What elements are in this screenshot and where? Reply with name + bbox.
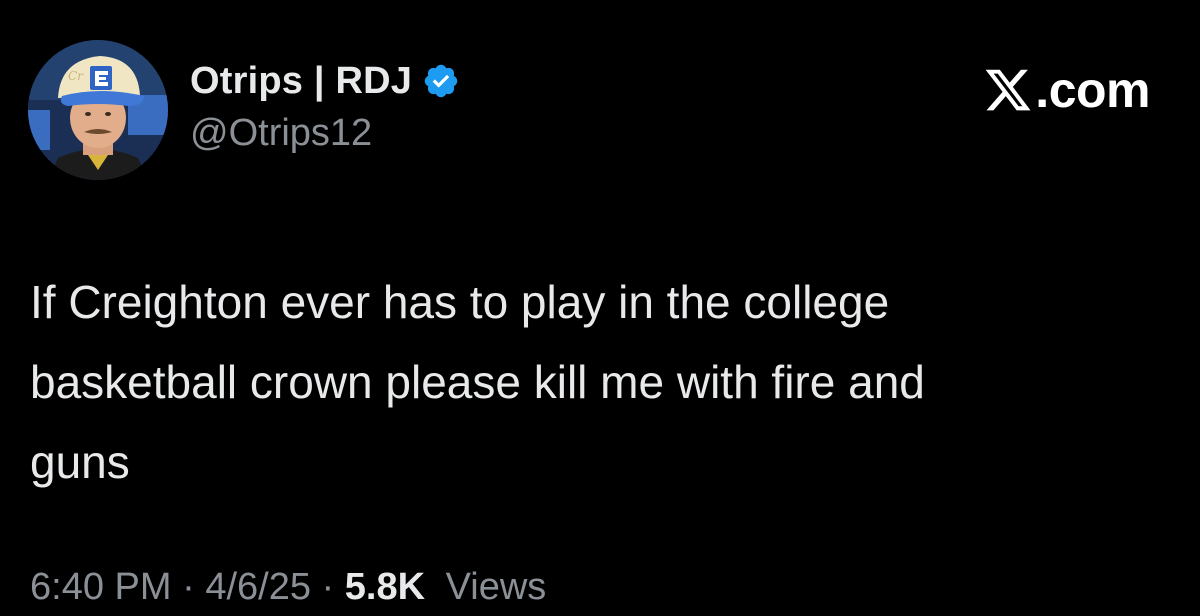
tweet-date[interactable]: 4/6/25 [205,566,311,608]
author-name-row: Otrips | RDJ [190,58,460,104]
cap-script-logo: Cr [68,69,84,83]
tweet-text: If Creighton ever has to play in the col… [30,262,1170,502]
meta-separator: · [321,566,335,608]
avatar[interactable]: Cr [28,40,168,180]
tweet-text-line: basketball crown please kill me with fir… [30,356,925,408]
verified-badge-icon [422,62,460,100]
tweet-card: Cr Otrips | RDJ @Otrips12 .com If Creigh… [0,0,1200,616]
meta-separator: · [182,566,195,608]
tweet-text-line: guns [30,436,130,488]
views-label: Views [445,566,547,608]
views-count: 5.8K [344,566,426,608]
brand-domain-text: .com [1035,62,1150,118]
x-logo-icon [983,65,1033,115]
brand-watermark: .com [983,62,1150,118]
author-display-name[interactable]: Otrips | RDJ [190,60,412,103]
author-handle[interactable]: @Otrips12 [190,112,372,155]
tweet-text-line: If Creighton ever has to play in the col… [30,276,890,328]
user-avatar-icon: Cr [28,40,168,180]
tweet-meta-row: 6:40 PM · 4/6/25 · 5.8K Views [30,566,546,609]
tweet-time[interactable]: 6:40 PM [30,566,172,608]
